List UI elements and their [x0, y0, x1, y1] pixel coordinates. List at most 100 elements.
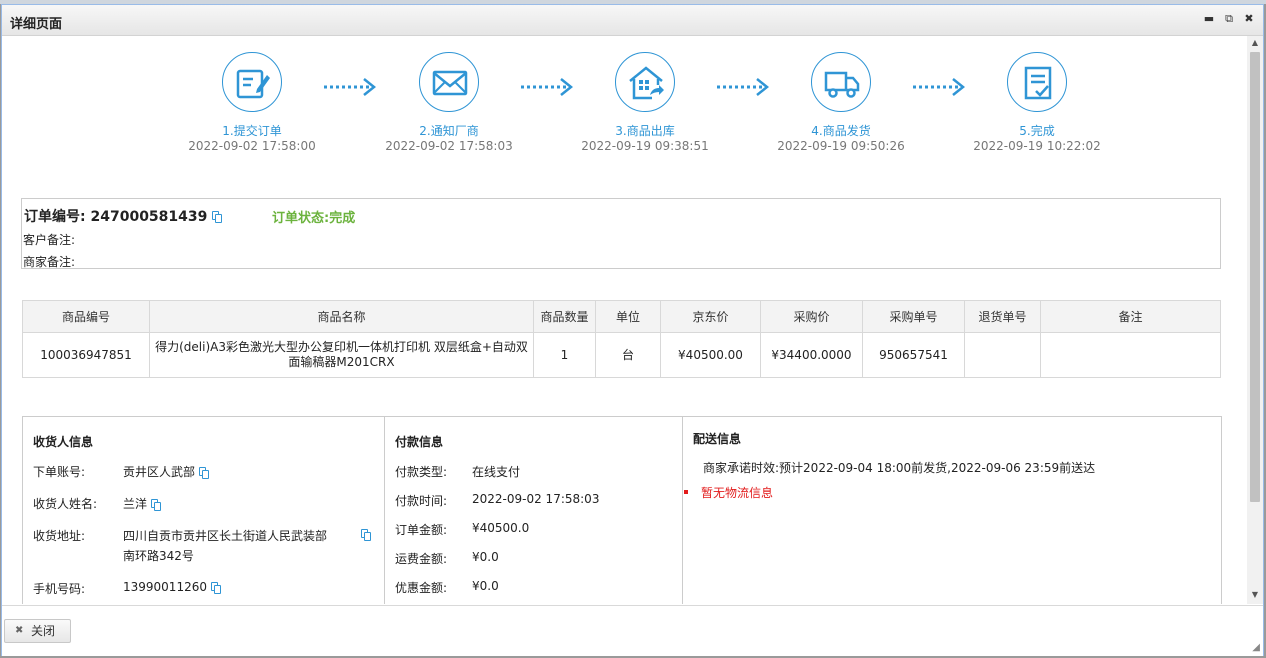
merchant-remark-label: 商家备注: — [23, 255, 76, 269]
cell-purchase-order-no: 950657541 — [862, 332, 965, 378]
close-icon[interactable]: ✖ — [1243, 12, 1255, 26]
scrollbar-thumb[interactable] — [1250, 52, 1260, 502]
info-panels: 收货人信息 下单账号: 贡井区人武部 收货人姓名: 兰洋 收货地址: 四川自贡市… — [22, 416, 1222, 604]
customer-remark-label: 客户备注: — [23, 233, 76, 247]
close-button[interactable]: ✖ 关闭 — [4, 619, 71, 643]
step-time: 2022-09-02 17:58:00 — [188, 139, 316, 153]
column-header: 退货单号 — [964, 300, 1041, 333]
account-value: 贡井区人武部 — [123, 463, 209, 480]
step-time: 2022-09-19 09:38:51 — [581, 139, 709, 153]
cell-remark — [1040, 332, 1221, 378]
column-header: 商品编号 — [22, 300, 150, 333]
phone-value: 13990011260 — [123, 580, 221, 594]
order-amount-value: ¥40500.0 — [472, 521, 530, 535]
step-time: 2022-09-19 10:22:02 — [973, 139, 1101, 153]
column-header: 商品数量 — [533, 300, 596, 333]
copy-icon[interactable] — [150, 498, 161, 511]
step-circle — [1007, 52, 1067, 112]
address-line2: 南环路342号 — [123, 549, 194, 563]
cell-quantity: 1 — [533, 332, 596, 378]
cell-product-name: 得力(deli)A3彩色激光大型办公复印机一体机打印机 双层纸盒+自动双面输稿器… — [149, 332, 534, 378]
resize-grip-icon[interactable]: ◢ — [1252, 642, 1260, 653]
freight-label: 运费金额: — [395, 552, 448, 566]
close-button-label: 关闭 — [31, 624, 56, 638]
step-label: 2.通知厂商 — [419, 124, 479, 138]
step-submit-order: 1.提交订单 2022-09-02 17:58:00 — [152, 52, 352, 153]
delivery-promise: 商家承诺时效:预计2022-09-04 18:00前发货,2022-09-06 … — [703, 461, 1096, 475]
order-summary: 订单编号: 247000581439 订单状态:完成 客户备注: 商家备注: — [21, 198, 1221, 269]
payment-time-label: 付款时间: — [395, 494, 448, 508]
dialog-titlebar[interactable]: 详细页面 ▬ ⧉ ✖ — [2, 5, 1263, 36]
order-amount-label: 订单金额: — [395, 523, 448, 537]
dialog-footer: ✖ 关闭 ◢ — [2, 605, 1263, 656]
copy-icon[interactable] — [212, 211, 223, 223]
order-status-value: 完成 — [329, 211, 356, 226]
step-circle — [811, 52, 871, 112]
order-status-label: 订单状态: — [272, 211, 330, 226]
logistics-status: 暂无物流信息 — [701, 486, 774, 500]
step-label: 3.商品出库 — [615, 124, 675, 138]
scroll-down-icon[interactable]: ▼ — [1247, 588, 1263, 602]
cell-sku: 100036947851 — [22, 332, 150, 378]
receiver-name-value: 兰洋 — [123, 495, 161, 512]
window-controls: ▬ ⧉ ✖ — [1203, 12, 1255, 26]
freight-value: ¥0.0 — [472, 550, 499, 564]
step-label: 1.提交订单 — [222, 124, 282, 138]
step-goods-shipped: 4.商品发货 2022-09-19 09:50:26 — [741, 52, 941, 153]
cell-purchase-price: ¥34400.0000 — [760, 332, 863, 378]
delivery-panel: 配送信息 商家承诺时效:预计2022-09-04 18:00前发货,2022-0… — [682, 417, 1222, 604]
step-circle — [222, 52, 282, 112]
account-label: 下单账号: — [33, 465, 86, 479]
payment-type-label: 付款类型: — [395, 465, 448, 479]
step-goods-outbound: 3.商品出库 2022-09-19 09:38:51 — [545, 52, 745, 153]
order-status: 订单状态:完成 — [272, 207, 355, 226]
step-time: 2022-09-19 09:50:26 — [777, 139, 905, 153]
scroll-up-icon[interactable]: ▲ — [1247, 36, 1263, 50]
table-row: 100036947851 得力(deli)A3彩色激光大型办公复印机一体机打印机… — [22, 332, 1221, 378]
order-number-label: 订单编号: — [24, 209, 86, 225]
column-header: 采购单号 — [862, 300, 965, 333]
cell-return-order-no — [964, 332, 1041, 378]
warehouse-icon — [629, 66, 664, 100]
address-line1: 四川自贡市贡井区长土街道人民武装部 — [123, 529, 328, 543]
copy-icon[interactable] — [198, 466, 209, 479]
order-number: 订单编号: 247000581439 — [24, 206, 223, 226]
logistics-bullet — [684, 490, 688, 494]
dialog-content: 1.提交订单 2022-09-02 17:58:00 2.通知厂商 2022-0… — [2, 36, 1246, 604]
discount-label: 优惠金额: — [395, 581, 448, 595]
checklist-icon — [1024, 66, 1052, 100]
column-header: 商品名称 — [149, 300, 534, 333]
receiver-name-label: 收货人姓名: — [33, 497, 98, 511]
delivery-title: 配送信息 — [693, 432, 742, 446]
edit-document-icon — [236, 69, 270, 99]
receiver-title: 收货人信息 — [33, 435, 94, 449]
goods-table: 商品编号 商品名称 商品数量 单位 京东价 采购价 采购单号 退货单号 备注 1… — [22, 300, 1221, 378]
detail-dialog: 详细页面 ▬ ⧉ ✖ 1.提交订单 2022-09-02 17:58:00 2.… — [1, 4, 1264, 656]
step-label: 5.完成 — [1019, 124, 1055, 138]
cell-jd-price: ¥40500.00 — [660, 332, 761, 378]
column-header: 京东价 — [660, 300, 761, 333]
close-x-icon: ✖ — [15, 625, 24, 636]
payment-title: 付款信息 — [395, 435, 444, 449]
copy-icon[interactable] — [210, 581, 221, 594]
discount-value: ¥0.0 — [472, 579, 499, 593]
phone-label: 手机号码: — [33, 582, 86, 596]
step-notify-vendor: 2.通知厂商 2022-09-02 17:58:03 — [349, 52, 549, 153]
column-header: 单位 — [595, 300, 661, 333]
table-header-row: 商品编号 商品名称 商品数量 单位 京东价 采购价 采购单号 退货单号 备注 — [22, 300, 1221, 333]
dialog-title: 详细页面 — [10, 17, 63, 32]
maximize-icon[interactable]: ⧉ — [1223, 12, 1235, 26]
minimize-icon[interactable]: ▬ — [1203, 12, 1215, 26]
column-header: 采购价 — [760, 300, 863, 333]
vertical-scrollbar[interactable]: ▲ ▼ — [1247, 36, 1263, 604]
truck-icon — [824, 71, 860, 98]
cell-unit: 台 — [595, 332, 661, 378]
column-header: 备注 — [1040, 300, 1221, 333]
step-time: 2022-09-02 17:58:03 — [385, 139, 513, 153]
envelope-icon — [432, 70, 468, 96]
order-number-value: 247000581439 — [90, 209, 208, 225]
copy-icon[interactable] — [361, 529, 371, 541]
receiver-panel: 收货人信息 下单账号: 贡井区人武部 收货人姓名: 兰洋 收货地址: 四川自贡市… — [23, 417, 384, 604]
step-label: 4.商品发货 — [811, 124, 871, 138]
payment-type-value: 在线支付 — [472, 465, 521, 479]
